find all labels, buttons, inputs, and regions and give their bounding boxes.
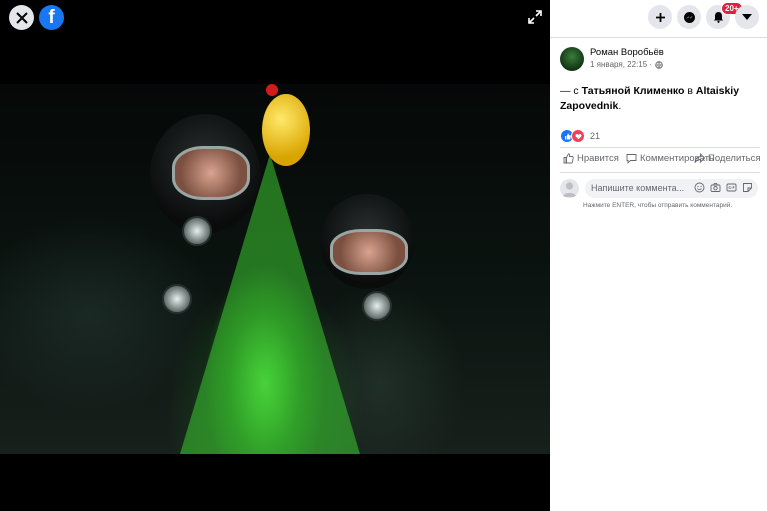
share-button[interactable]: Поделиться [694, 153, 760, 164]
photo-viewer: f [0, 0, 550, 511]
facebook-logo-button[interactable]: f [39, 5, 64, 30]
buoy-cap [266, 84, 278, 96]
like-label: Нравится [577, 153, 619, 164]
post-text-middle: в [684, 85, 696, 97]
gif-icon[interactable] [726, 182, 737, 193]
comment-input-icons [694, 182, 753, 193]
post-text: — с Татьяной Клименко в Altaiskiy Zapove… [560, 84, 760, 114]
share-label: Поделиться [708, 153, 761, 164]
love-reaction-icon [571, 129, 585, 143]
create-button[interactable] [648, 5, 672, 29]
close-icon [15, 11, 28, 24]
comment-icon [626, 154, 637, 164]
tagged-person-link[interactable]: Татьяной Клименко [582, 85, 685, 97]
yellow-buoy [262, 94, 310, 166]
thumbs-up-icon [563, 153, 574, 164]
header-actions: 20+ [550, 0, 767, 38]
close-button[interactable] [9, 5, 34, 30]
author-name[interactable]: Роман Воробьёв [590, 47, 664, 58]
caret-down-icon [742, 14, 752, 20]
account-menu-button[interactable] [735, 5, 759, 29]
comment-placeholder: Напишите коммента... [591, 183, 685, 193]
reactions-summary[interactable]: 21 [560, 129, 600, 143]
camera-icon[interactable] [710, 182, 721, 193]
divider [560, 147, 760, 148]
user-silhouette-icon [562, 182, 577, 197]
globe-icon [655, 60, 663, 69]
author-avatar[interactable] [560, 47, 584, 71]
gauge-2 [162, 284, 192, 314]
diver-right-mask [330, 229, 408, 275]
messenger-button[interactable] [677, 5, 701, 29]
fullscreen-button[interactable] [528, 10, 542, 24]
expand-icon [528, 10, 542, 24]
current-user-avatar[interactable] [560, 179, 579, 198]
post-date: 1 января, 22:15 · [590, 60, 663, 69]
post-date-text[interactable]: 1 января, 22:15 · [590, 60, 652, 69]
gauge-1 [182, 216, 212, 246]
plus-icon [655, 12, 665, 22]
comment-hint: Нажмите ENTER, чтобы отправить комментар… [583, 202, 733, 209]
reaction-count: 21 [590, 131, 601, 141]
post-photo[interactable] [0, 84, 550, 454]
divider [560, 172, 760, 173]
facebook-logo-icon: f [48, 6, 55, 28]
share-icon [694, 153, 705, 164]
sticker-icon[interactable] [742, 182, 753, 193]
like-button[interactable]: Нравится [563, 153, 619, 164]
post-text-prefix: — с [560, 85, 582, 97]
comment-input[interactable]: Напишите коммента... [585, 179, 758, 198]
emoji-icon[interactable] [694, 182, 705, 193]
post-details-panel: 20+ Роман Воробьёв 1 января, 22:15 · — с… [550, 0, 767, 511]
post-actions: Нравится Комментировать Поделиться [560, 149, 765, 171]
diver-left-mask [172, 146, 250, 200]
post-text-suffix: . [618, 100, 622, 112]
gauge-3 [362, 291, 392, 321]
messenger-icon [683, 11, 695, 23]
